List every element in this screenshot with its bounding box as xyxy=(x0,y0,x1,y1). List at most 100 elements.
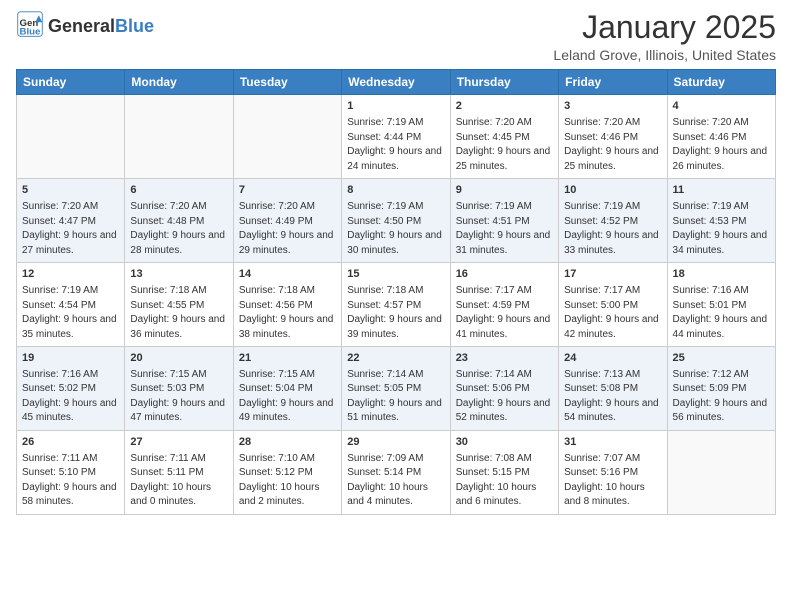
logo: Gen Blue GeneralBlue xyxy=(16,10,154,43)
day-info: Sunrise: 7:20 AM Sunset: 4:48 PM Dayligh… xyxy=(130,200,227,258)
calendar-cell: 5Sunrise: 7:20 AM Sunset: 4:47 PM Daylig… xyxy=(17,179,125,263)
day-info: Sunrise: 7:19 AM Sunset: 4:50 PM Dayligh… xyxy=(347,200,444,258)
calendar-week-2: 5Sunrise: 7:20 AM Sunset: 4:47 PM Daylig… xyxy=(17,179,776,263)
calendar-week-1: 1Sunrise: 7:19 AM Sunset: 4:44 PM Daylig… xyxy=(17,95,776,179)
calendar-week-3: 12Sunrise: 7:19 AM Sunset: 4:54 PM Dayli… xyxy=(17,263,776,347)
day-number: 18 xyxy=(673,267,770,283)
calendar-cell xyxy=(667,430,775,514)
day-info: Sunrise: 7:20 AM Sunset: 4:49 PM Dayligh… xyxy=(239,200,336,258)
svg-text:Blue: Blue xyxy=(20,27,41,38)
day-number: 31 xyxy=(564,435,661,451)
logo-icon: Gen Blue xyxy=(16,10,44,43)
day-info: Sunrise: 7:18 AM Sunset: 4:57 PM Dayligh… xyxy=(347,284,444,342)
day-number: 15 xyxy=(347,267,444,283)
logo-general: GeneralBlue xyxy=(48,17,154,37)
day-number: 9 xyxy=(456,183,553,199)
calendar-cell: 28Sunrise: 7:10 AM Sunset: 5:12 PM Dayli… xyxy=(233,430,341,514)
day-info: Sunrise: 7:18 AM Sunset: 4:55 PM Dayligh… xyxy=(130,284,227,342)
day-number: 27 xyxy=(130,435,227,451)
day-number: 26 xyxy=(22,435,119,451)
day-info: Sunrise: 7:19 AM Sunset: 4:51 PM Dayligh… xyxy=(456,200,553,258)
day-info: Sunrise: 7:17 AM Sunset: 4:59 PM Dayligh… xyxy=(456,284,553,342)
calendar-cell: 31Sunrise: 7:07 AM Sunset: 5:16 PM Dayli… xyxy=(559,430,667,514)
calendar-cell: 3Sunrise: 7:20 AM Sunset: 4:46 PM Daylig… xyxy=(559,95,667,179)
day-number: 30 xyxy=(456,435,553,451)
day-number: 13 xyxy=(130,267,227,283)
calendar-cell: 17Sunrise: 7:17 AM Sunset: 5:00 PM Dayli… xyxy=(559,263,667,347)
day-number: 17 xyxy=(564,267,661,283)
calendar-cell: 11Sunrise: 7:19 AM Sunset: 4:53 PM Dayli… xyxy=(667,179,775,263)
day-info: Sunrise: 7:10 AM Sunset: 5:12 PM Dayligh… xyxy=(239,452,336,510)
month-title: January 2025 xyxy=(553,10,776,45)
calendar-cell: 19Sunrise: 7:16 AM Sunset: 5:02 PM Dayli… xyxy=(17,347,125,431)
calendar-cell: 15Sunrise: 7:18 AM Sunset: 4:57 PM Dayli… xyxy=(342,263,450,347)
calendar-cell: 21Sunrise: 7:15 AM Sunset: 5:04 PM Dayli… xyxy=(233,347,341,431)
calendar-cell: 14Sunrise: 7:18 AM Sunset: 4:56 PM Dayli… xyxy=(233,263,341,347)
day-info: Sunrise: 7:14 AM Sunset: 5:06 PM Dayligh… xyxy=(456,368,553,426)
calendar-cell: 23Sunrise: 7:14 AM Sunset: 5:06 PM Dayli… xyxy=(450,347,558,431)
day-info: Sunrise: 7:19 AM Sunset: 4:53 PM Dayligh… xyxy=(673,200,770,258)
calendar-cell: 4Sunrise: 7:20 AM Sunset: 4:46 PM Daylig… xyxy=(667,95,775,179)
day-info: Sunrise: 7:07 AM Sunset: 5:16 PM Dayligh… xyxy=(564,452,661,510)
calendar-cell: 1Sunrise: 7:19 AM Sunset: 4:44 PM Daylig… xyxy=(342,95,450,179)
day-number: 11 xyxy=(673,183,770,199)
page: Gen Blue GeneralBlue January 2025 Leland… xyxy=(0,0,792,525)
day-info: Sunrise: 7:11 AM Sunset: 5:10 PM Dayligh… xyxy=(22,452,119,510)
day-number: 12 xyxy=(22,267,119,283)
day-info: Sunrise: 7:13 AM Sunset: 5:08 PM Dayligh… xyxy=(564,368,661,426)
weekday-monday: Monday xyxy=(125,70,233,95)
location-title: Leland Grove, Illinois, United States xyxy=(553,47,776,63)
day-info: Sunrise: 7:19 AM Sunset: 4:44 PM Dayligh… xyxy=(347,116,444,174)
day-number: 10 xyxy=(564,183,661,199)
calendar-cell: 18Sunrise: 7:16 AM Sunset: 5:01 PM Dayli… xyxy=(667,263,775,347)
calendar-cell: 12Sunrise: 7:19 AM Sunset: 4:54 PM Dayli… xyxy=(17,263,125,347)
day-number: 6 xyxy=(130,183,227,199)
calendar-cell: 26Sunrise: 7:11 AM Sunset: 5:10 PM Dayli… xyxy=(17,430,125,514)
day-info: Sunrise: 7:12 AM Sunset: 5:09 PM Dayligh… xyxy=(673,368,770,426)
header: Gen Blue GeneralBlue January 2025 Leland… xyxy=(16,10,776,63)
day-info: Sunrise: 7:20 AM Sunset: 4:45 PM Dayligh… xyxy=(456,116,553,174)
calendar-cell: 8Sunrise: 7:19 AM Sunset: 4:50 PM Daylig… xyxy=(342,179,450,263)
day-info: Sunrise: 7:08 AM Sunset: 5:15 PM Dayligh… xyxy=(456,452,553,510)
calendar-cell: 29Sunrise: 7:09 AM Sunset: 5:14 PM Dayli… xyxy=(342,430,450,514)
header-right: January 2025 Leland Grove, Illinois, Uni… xyxy=(553,10,776,63)
calendar-cell: 13Sunrise: 7:18 AM Sunset: 4:55 PM Dayli… xyxy=(125,263,233,347)
day-number: 1 xyxy=(347,99,444,115)
day-number: 20 xyxy=(130,351,227,367)
weekday-sunday: Sunday xyxy=(17,70,125,95)
calendar-cell: 24Sunrise: 7:13 AM Sunset: 5:08 PM Dayli… xyxy=(559,347,667,431)
weekday-thursday: Thursday xyxy=(450,70,558,95)
day-number: 25 xyxy=(673,351,770,367)
day-number: 23 xyxy=(456,351,553,367)
day-info: Sunrise: 7:17 AM Sunset: 5:00 PM Dayligh… xyxy=(564,284,661,342)
calendar-cell: 27Sunrise: 7:11 AM Sunset: 5:11 PM Dayli… xyxy=(125,430,233,514)
calendar-cell: 25Sunrise: 7:12 AM Sunset: 5:09 PM Dayli… xyxy=(667,347,775,431)
day-number: 4 xyxy=(673,99,770,115)
day-info: Sunrise: 7:15 AM Sunset: 5:04 PM Dayligh… xyxy=(239,368,336,426)
day-number: 8 xyxy=(347,183,444,199)
day-info: Sunrise: 7:11 AM Sunset: 5:11 PM Dayligh… xyxy=(130,452,227,510)
weekday-saturday: Saturday xyxy=(667,70,775,95)
day-number: 7 xyxy=(239,183,336,199)
day-number: 2 xyxy=(456,99,553,115)
calendar-cell xyxy=(233,95,341,179)
day-info: Sunrise: 7:20 AM Sunset: 4:46 PM Dayligh… xyxy=(564,116,661,174)
calendar-cell: 22Sunrise: 7:14 AM Sunset: 5:05 PM Dayli… xyxy=(342,347,450,431)
day-info: Sunrise: 7:09 AM Sunset: 5:14 PM Dayligh… xyxy=(347,452,444,510)
calendar-cell: 9Sunrise: 7:19 AM Sunset: 4:51 PM Daylig… xyxy=(450,179,558,263)
calendar-week-5: 26Sunrise: 7:11 AM Sunset: 5:10 PM Dayli… xyxy=(17,430,776,514)
day-number: 14 xyxy=(239,267,336,283)
day-info: Sunrise: 7:15 AM Sunset: 5:03 PM Dayligh… xyxy=(130,368,227,426)
day-number: 24 xyxy=(564,351,661,367)
calendar: SundayMondayTuesdayWednesdayThursdayFrid… xyxy=(16,69,776,515)
calendar-cell xyxy=(17,95,125,179)
day-number: 21 xyxy=(239,351,336,367)
weekday-friday: Friday xyxy=(559,70,667,95)
calendar-cell: 2Sunrise: 7:20 AM Sunset: 4:45 PM Daylig… xyxy=(450,95,558,179)
calendar-week-4: 19Sunrise: 7:16 AM Sunset: 5:02 PM Dayli… xyxy=(17,347,776,431)
calendar-cell: 10Sunrise: 7:19 AM Sunset: 4:52 PM Dayli… xyxy=(559,179,667,263)
day-info: Sunrise: 7:16 AM Sunset: 5:01 PM Dayligh… xyxy=(673,284,770,342)
day-number: 3 xyxy=(564,99,661,115)
calendar-cell: 30Sunrise: 7:08 AM Sunset: 5:15 PM Dayli… xyxy=(450,430,558,514)
day-number: 29 xyxy=(347,435,444,451)
